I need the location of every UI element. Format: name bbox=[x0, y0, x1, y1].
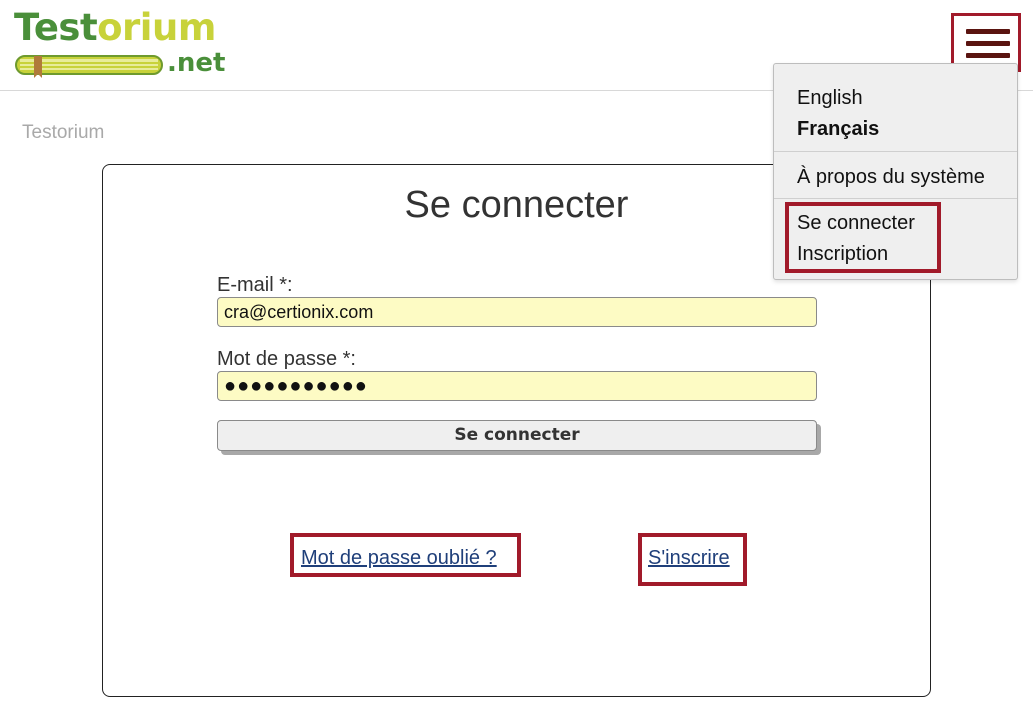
menu-divider bbox=[774, 198, 1017, 199]
menu-item-login[interactable]: Se connecter bbox=[797, 211, 915, 235]
hamburger-menu-icon bbox=[966, 53, 1010, 58]
menu-item-francais[interactable]: Français bbox=[797, 117, 879, 141]
login-submit-button[interactable]: Se connecter bbox=[217, 420, 817, 451]
register-link[interactable]: S'inscrire bbox=[648, 546, 730, 570]
logo-suffix: .net bbox=[167, 48, 226, 78]
book-icon bbox=[15, 55, 163, 78]
menu-item-about[interactable]: À propos du système bbox=[797, 165, 985, 189]
password-field[interactable]: ●●●●●●●●●●● bbox=[217, 371, 817, 401]
menu-item-register[interactable]: Inscription bbox=[797, 242, 888, 266]
email-field[interactable]: cra@certionix.com bbox=[217, 297, 817, 327]
hamburger-menu-icon bbox=[966, 29, 1010, 34]
main-menu-dropdown: English Français À propos du système Se … bbox=[773, 63, 1018, 280]
testorium-logo[interactable]: Testorium .net bbox=[14, 6, 226, 84]
menu-item-english[interactable]: English bbox=[797, 86, 863, 110]
forgot-password-link[interactable]: Mot de passe oublié ? bbox=[301, 546, 497, 570]
menu-divider bbox=[774, 151, 1017, 152]
password-label: Mot de passe *: bbox=[217, 348, 356, 370]
logo-wordmark: Testorium bbox=[14, 6, 216, 49]
page: Testorium .net Testorium Se connecter E-… bbox=[0, 0, 1033, 718]
email-label: E-mail *: bbox=[217, 274, 293, 296]
breadcrumb[interactable]: Testorium bbox=[22, 122, 104, 144]
hamburger-menu-icon bbox=[966, 41, 1010, 46]
